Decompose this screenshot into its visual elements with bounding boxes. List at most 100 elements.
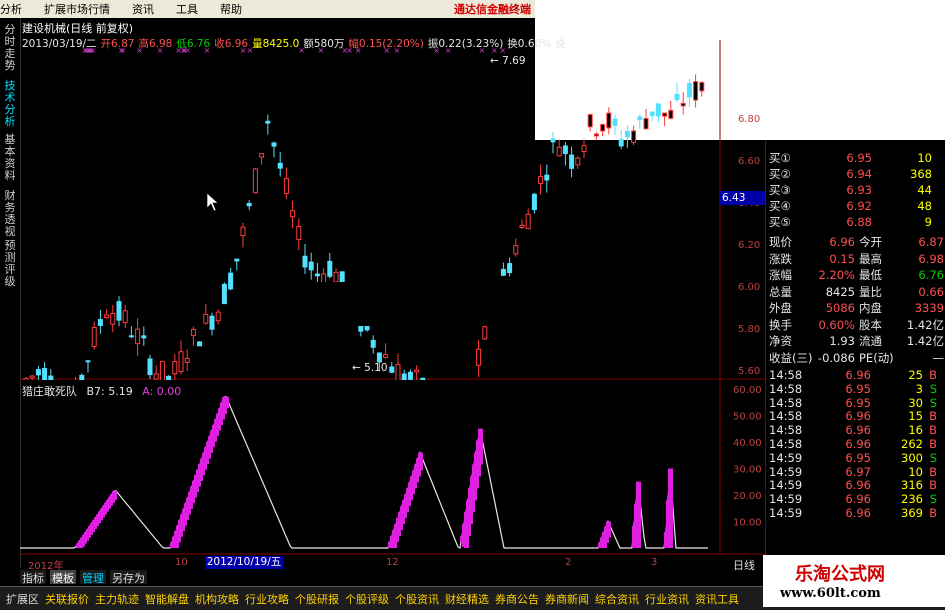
tick-row: 14:586.953S <box>769 382 937 397</box>
tab-financial[interactable]: 财务透视 <box>3 190 17 238</box>
watermark-title: 乐淘公式网 <box>795 560 885 586</box>
func-bar-item[interactable]: 资讯工具 <box>695 591 739 607</box>
candle <box>136 318 140 356</box>
func-bar-item[interactable]: 券商公告 <box>495 591 539 607</box>
indicator-bar <box>112 491 117 500</box>
candle <box>216 309 220 324</box>
func-bar-item[interactable]: 行业资讯 <box>645 591 689 607</box>
indicator-a: A: 0.00 <box>142 385 181 398</box>
menu-item-tools[interactable]: 工具 <box>176 1 198 17</box>
candle <box>402 370 406 380</box>
candle <box>563 142 567 165</box>
func-bar-item[interactable]: 主力轨迹 <box>95 591 139 607</box>
candle <box>396 354 400 380</box>
candle <box>185 350 189 372</box>
signal-marker: × <box>240 46 247 55</box>
date-axis-m1: 10 <box>175 557 188 568</box>
candlestick-chart[interactable]: 6.806.606.406.206.005.805.605.405.20← 7.… <box>20 40 765 380</box>
quote-panel: 买①6.9510买②6.94368买③6.9344买④6.9248买⑤6.889… <box>765 140 945 560</box>
bid-row: 买⑤6.889 <box>769 214 932 229</box>
menu-item-news[interactable]: 资讯 <box>132 1 154 17</box>
stat-row: 净资1.93流通1.42亿 <box>769 333 944 348</box>
menu-item-ext-market[interactable]: 扩展市场行情 <box>44 1 110 17</box>
menu-item-analysis[interactable]: 分析 <box>0 1 22 17</box>
candle <box>123 305 127 328</box>
stat-row: 涨跌0.15最高6.98 <box>769 251 944 266</box>
signal-marker: × <box>445 46 452 55</box>
candle <box>644 109 648 130</box>
signal-marker: × <box>204 46 211 55</box>
candle <box>148 355 152 379</box>
func-bar-item[interactable]: 个股评级 <box>345 591 389 607</box>
indicator-bar <box>668 469 673 549</box>
candle <box>334 268 338 282</box>
func-bar-item[interactable]: 智能解盘 <box>145 591 189 607</box>
candle <box>501 263 505 276</box>
tab-basic-info[interactable]: 基本资料 <box>3 134 17 182</box>
candle <box>663 113 667 126</box>
candle <box>160 361 164 380</box>
mouse-cursor-icon <box>207 193 218 211</box>
bid-row: 买②6.94368 <box>769 166 932 181</box>
candle <box>613 115 617 135</box>
indicator-chart[interactable]: 60.0050.0040.0030.0020.0010.00 <box>20 380 765 555</box>
candle <box>551 132 555 154</box>
func-bar-item[interactable]: 个股研报 <box>295 591 339 607</box>
tab-save-as[interactable]: 另存为 <box>110 570 147 584</box>
menu-item-help[interactable]: 帮助 <box>220 1 242 17</box>
signal-marker: × <box>318 46 325 55</box>
candle <box>297 219 301 251</box>
indicator-axis-label: 40.00 <box>733 438 762 449</box>
period-label[interactable]: 日线 <box>733 557 755 573</box>
candle <box>415 365 419 380</box>
candle <box>557 140 561 157</box>
signal-marker: × <box>394 46 401 55</box>
candle <box>588 113 592 131</box>
func-bar-item[interactable]: 行业攻略 <box>245 591 289 607</box>
candle <box>266 115 270 135</box>
candle <box>508 257 512 276</box>
func-bar-item[interactable]: 关联报价 <box>45 591 89 607</box>
tick-row: 14:596.96369B <box>769 506 937 521</box>
candle <box>656 104 660 123</box>
func-bar-item[interactable]: 综合资讯 <box>595 591 639 607</box>
candle <box>222 282 226 303</box>
candle <box>260 153 264 164</box>
signal-marker: × <box>478 46 485 55</box>
indicator-bar <box>478 429 483 465</box>
func-bar-item[interactable]: 机构攻略 <box>195 591 239 607</box>
tab-technical[interactable]: 技术分析 <box>3 80 17 128</box>
candle <box>675 83 679 103</box>
tab-rating[interactable]: 预测评级 <box>3 240 17 288</box>
tab-intraday[interactable]: 分时走势 <box>3 24 17 72</box>
indicator-line <box>20 397 708 548</box>
price-axis-label: 6.80 <box>738 114 760 125</box>
candle <box>204 304 208 325</box>
candle <box>142 326 146 345</box>
signal-marker: × <box>433 46 440 55</box>
tab-indicator[interactable]: 指标 <box>20 570 46 584</box>
tick-row: 14:586.9616B <box>769 423 937 438</box>
indicator-header: 猎庄敢死队 B7: 5.19 A: 0.00 <box>22 383 181 399</box>
func-bar-item[interactable]: 券商新闻 <box>545 591 589 607</box>
candle <box>514 238 518 256</box>
signal-marker: × <box>119 46 126 55</box>
candle <box>105 309 109 318</box>
stat-row: 现价6.96今开6.87 <box>769 234 944 249</box>
tab-template[interactable]: 模板 <box>50 570 76 584</box>
tab-manage[interactable]: 管理 <box>80 570 106 584</box>
candle <box>179 340 183 374</box>
indicator-axis-label: 30.00 <box>733 465 762 476</box>
candle <box>92 322 96 350</box>
func-bar-item[interactable]: 财经精选 <box>445 591 489 607</box>
tick-row: 14:586.9625B <box>769 368 937 383</box>
indicator-name: 猎庄敢死队 <box>22 385 77 398</box>
date-axis-m2: 12 <box>386 557 399 568</box>
func-bar-item[interactable]: 个股资讯 <box>395 591 439 607</box>
bid-row: 买④6.9248 <box>769 198 932 213</box>
candle <box>384 343 388 359</box>
candle <box>98 310 102 334</box>
func-bar-item[interactable]: 扩展区 <box>6 591 39 607</box>
candle <box>477 340 481 377</box>
high-price-marker: ← 7.69 <box>490 55 526 67</box>
